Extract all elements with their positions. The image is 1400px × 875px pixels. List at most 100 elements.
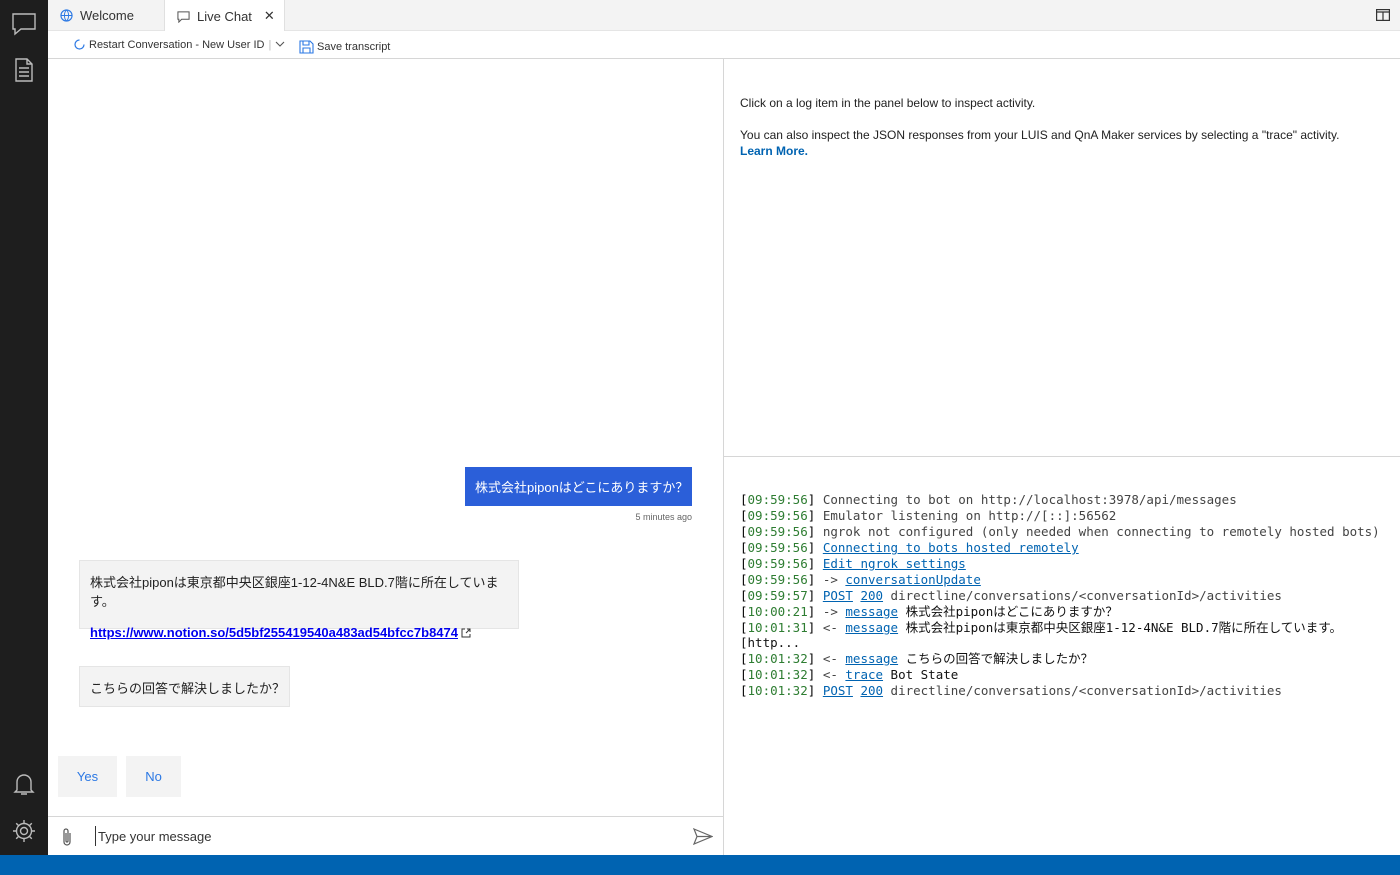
- log-timestamp: [09:59:57]: [740, 588, 823, 603]
- gear-icon: [13, 820, 35, 842]
- restart-conversation-label: Restart Conversation - New User ID: [89, 38, 265, 51]
- external-link-icon: [461, 628, 471, 637]
- split-view-icon[interactable]: [1376, 9, 1390, 21]
- log-timestamp: [10:01:32]: [740, 667, 823, 682]
- bell-icon: [13, 774, 35, 795]
- log-text: ->: [822, 604, 846, 619]
- log-row[interactable]: [09:59:56] -> conversationUpdate: [740, 572, 1384, 587]
- log-row[interactable]: [09:59:56] ngrok not configured (only ne…: [740, 524, 1384, 539]
- bot-message-bubble[interactable]: 株式会社piponは東京都中央区銀座1-12-4N&E BLD.7階に所在してい…: [79, 560, 519, 640]
- inspector-description: You can also inspect the JSON responses …: [740, 127, 1380, 159]
- log-panel: [09:59:56] Connecting to bot on http://l…: [724, 458, 1400, 855]
- suggested-no-label: No: [145, 769, 162, 784]
- chat-icon: [12, 13, 36, 36]
- chevron-down-icon[interactable]: [275, 41, 285, 48]
- document-sidebar-button[interactable]: [0, 46, 48, 94]
- log-timestamp: [10:01:32]: [740, 651, 823, 666]
- log-time: 10:01:32: [747, 667, 808, 682]
- log-link[interactable]: Edit ngrok settings: [823, 556, 966, 571]
- save-transcript-label: Save transcript: [317, 41, 391, 53]
- log-time: 10:00:21: [747, 604, 808, 619]
- chat-sidebar-button[interactable]: [0, 0, 48, 48]
- log-text: <-: [822, 667, 846, 682]
- log-link[interactable]: POST: [823, 588, 853, 603]
- suggested-no-button[interactable]: No: [126, 756, 181, 797]
- log-row[interactable]: [10:01:32] POST 200 directline/conversat…: [740, 683, 1384, 698]
- message-input-row: [48, 816, 723, 855]
- log-timestamp: [09:59:56]: [740, 556, 823, 571]
- learn-more-link[interactable]: Learn More.: [740, 144, 808, 158]
- log-text: <-: [822, 651, 846, 666]
- log-row[interactable]: [10:01:32] <- message こちらの回答で解決しましたか？: [740, 651, 1384, 666]
- log-time: 09:59:56: [747, 508, 808, 523]
- log-link[interactable]: Connecting to bots hosted remotely: [823, 540, 1079, 555]
- log-timestamp: [09:59:56]: [740, 492, 823, 507]
- log-row[interactable]: [09:59:56] Connecting to bots hosted rem…: [740, 540, 1384, 555]
- log-time: 09:59:56: [747, 540, 808, 555]
- toolbar-divider: |: [268, 38, 272, 51]
- log-link[interactable]: message: [845, 620, 898, 635]
- log-time: 10:01:31: [747, 620, 808, 635]
- log-time: 09:59:56: [747, 492, 808, 507]
- log-row[interactable]: [10:00:21] -> message 株式会社piponはどこにありますか…: [740, 604, 1384, 619]
- log-link[interactable]: conversationUpdate: [845, 572, 980, 587]
- log-text: Connecting to bot on http://localhost:39…: [822, 492, 1237, 507]
- log-row[interactable]: [10:01:32] <- trace Bot State: [740, 667, 1384, 682]
- document-icon: [15, 58, 33, 82]
- log-text: ngrok not configured (only needed when c…: [822, 524, 1380, 539]
- conversation-toolbar: Restart Conversation - New User ID | Sav…: [48, 31, 1400, 59]
- suggested-yes-label: Yes: [76, 769, 99, 784]
- log-link[interactable]: message: [845, 651, 898, 666]
- save-icon: [299, 40, 314, 54]
- inspector-description-text: You can also inspect the JSON responses …: [740, 128, 1340, 142]
- paperclip-icon[interactable]: [60, 827, 74, 847]
- user-message-text: 株式会社piponはどこにありますか？: [475, 480, 689, 495]
- message-input[interactable]: [95, 826, 675, 846]
- log-timestamp: [10:01:31]: [740, 620, 823, 635]
- status-bar: [0, 855, 1400, 875]
- log-time: 09:59:57: [747, 588, 808, 603]
- log-text: こちらの回答で解決しましたか？: [898, 651, 1094, 666]
- log-link[interactable]: 200: [860, 588, 883, 603]
- log-time: 10:01:32: [747, 683, 808, 698]
- log-link[interactable]: trace: [845, 667, 883, 682]
- log-row[interactable]: [10:01:31] <- message 株式会社piponは東京都中央区銀座…: [740, 620, 1384, 650]
- save-transcript-button[interactable]: Save transcript: [299, 40, 390, 54]
- log-row[interactable]: [09:59:56] Connecting to bot on http://l…: [740, 492, 1384, 507]
- log-timestamp: [10:00:21]: [740, 604, 823, 619]
- activity-sidebar: [0, 0, 48, 855]
- log-row[interactable]: [09:59:56] Emulator listening on http://…: [740, 508, 1384, 523]
- send-icon[interactable]: [693, 828, 713, 845]
- log-link[interactable]: POST: [823, 683, 853, 698]
- tab-welcome-label: Welcome: [80, 8, 134, 23]
- bot-question-bubble[interactable]: こちらの回答で解決しましたか？: [79, 666, 290, 707]
- notion-link[interactable]: https://www.notion.so/5d5bf255419540a483…: [90, 625, 458, 640]
- log-text: Emulator listening on http://[::]:56562: [822, 508, 1117, 523]
- notifications-sidebar-button[interactable]: [0, 760, 48, 808]
- log-time: 09:59:56: [747, 556, 808, 571]
- restart-conversation-button[interactable]: Restart Conversation - New User ID |: [73, 38, 288, 51]
- suggested-yes-button[interactable]: Yes: [58, 756, 117, 797]
- log-timestamp: [09:59:56]: [740, 540, 823, 555]
- bot-message-text: 株式会社piponは東京都中央区銀座1-12-4N&E BLD.7階に所在してい…: [90, 575, 499, 609]
- tab-bar: Welcome Live Chat ✕: [48, 0, 1400, 32]
- close-tab-icon[interactable]: ✕: [264, 8, 275, 24]
- log-row[interactable]: [09:59:57] POST 200 directline/conversat…: [740, 588, 1384, 603]
- log-timestamp: [09:59:56]: [740, 508, 823, 523]
- message-timestamp: 5 minutes ago: [635, 512, 692, 522]
- log-link[interactable]: message: [845, 604, 898, 619]
- user-message-bubble[interactable]: 株式会社piponはどこにありますか？: [465, 467, 692, 506]
- log-timestamp: [10:01:32]: [740, 683, 823, 698]
- tab-welcome[interactable]: Welcome: [48, 0, 165, 31]
- log-text: directline/conversations/<conversationId…: [883, 683, 1282, 698]
- inspector-pane: Click on a log item in the panel below t…: [724, 59, 1400, 457]
- log-row[interactable]: [09:59:56] Edit ngrok settings: [740, 556, 1384, 571]
- globe-icon: [60, 9, 73, 22]
- log-text: ->: [822, 572, 846, 587]
- log-time: 09:59:56: [747, 524, 808, 539]
- settings-sidebar-button[interactable]: [0, 807, 48, 855]
- log-link[interactable]: 200: [860, 683, 883, 698]
- tab-live-chat[interactable]: Live Chat ✕: [165, 0, 285, 32]
- refresh-icon: [74, 39, 85, 50]
- log-text: directline/conversations/<conversationId…: [883, 588, 1282, 603]
